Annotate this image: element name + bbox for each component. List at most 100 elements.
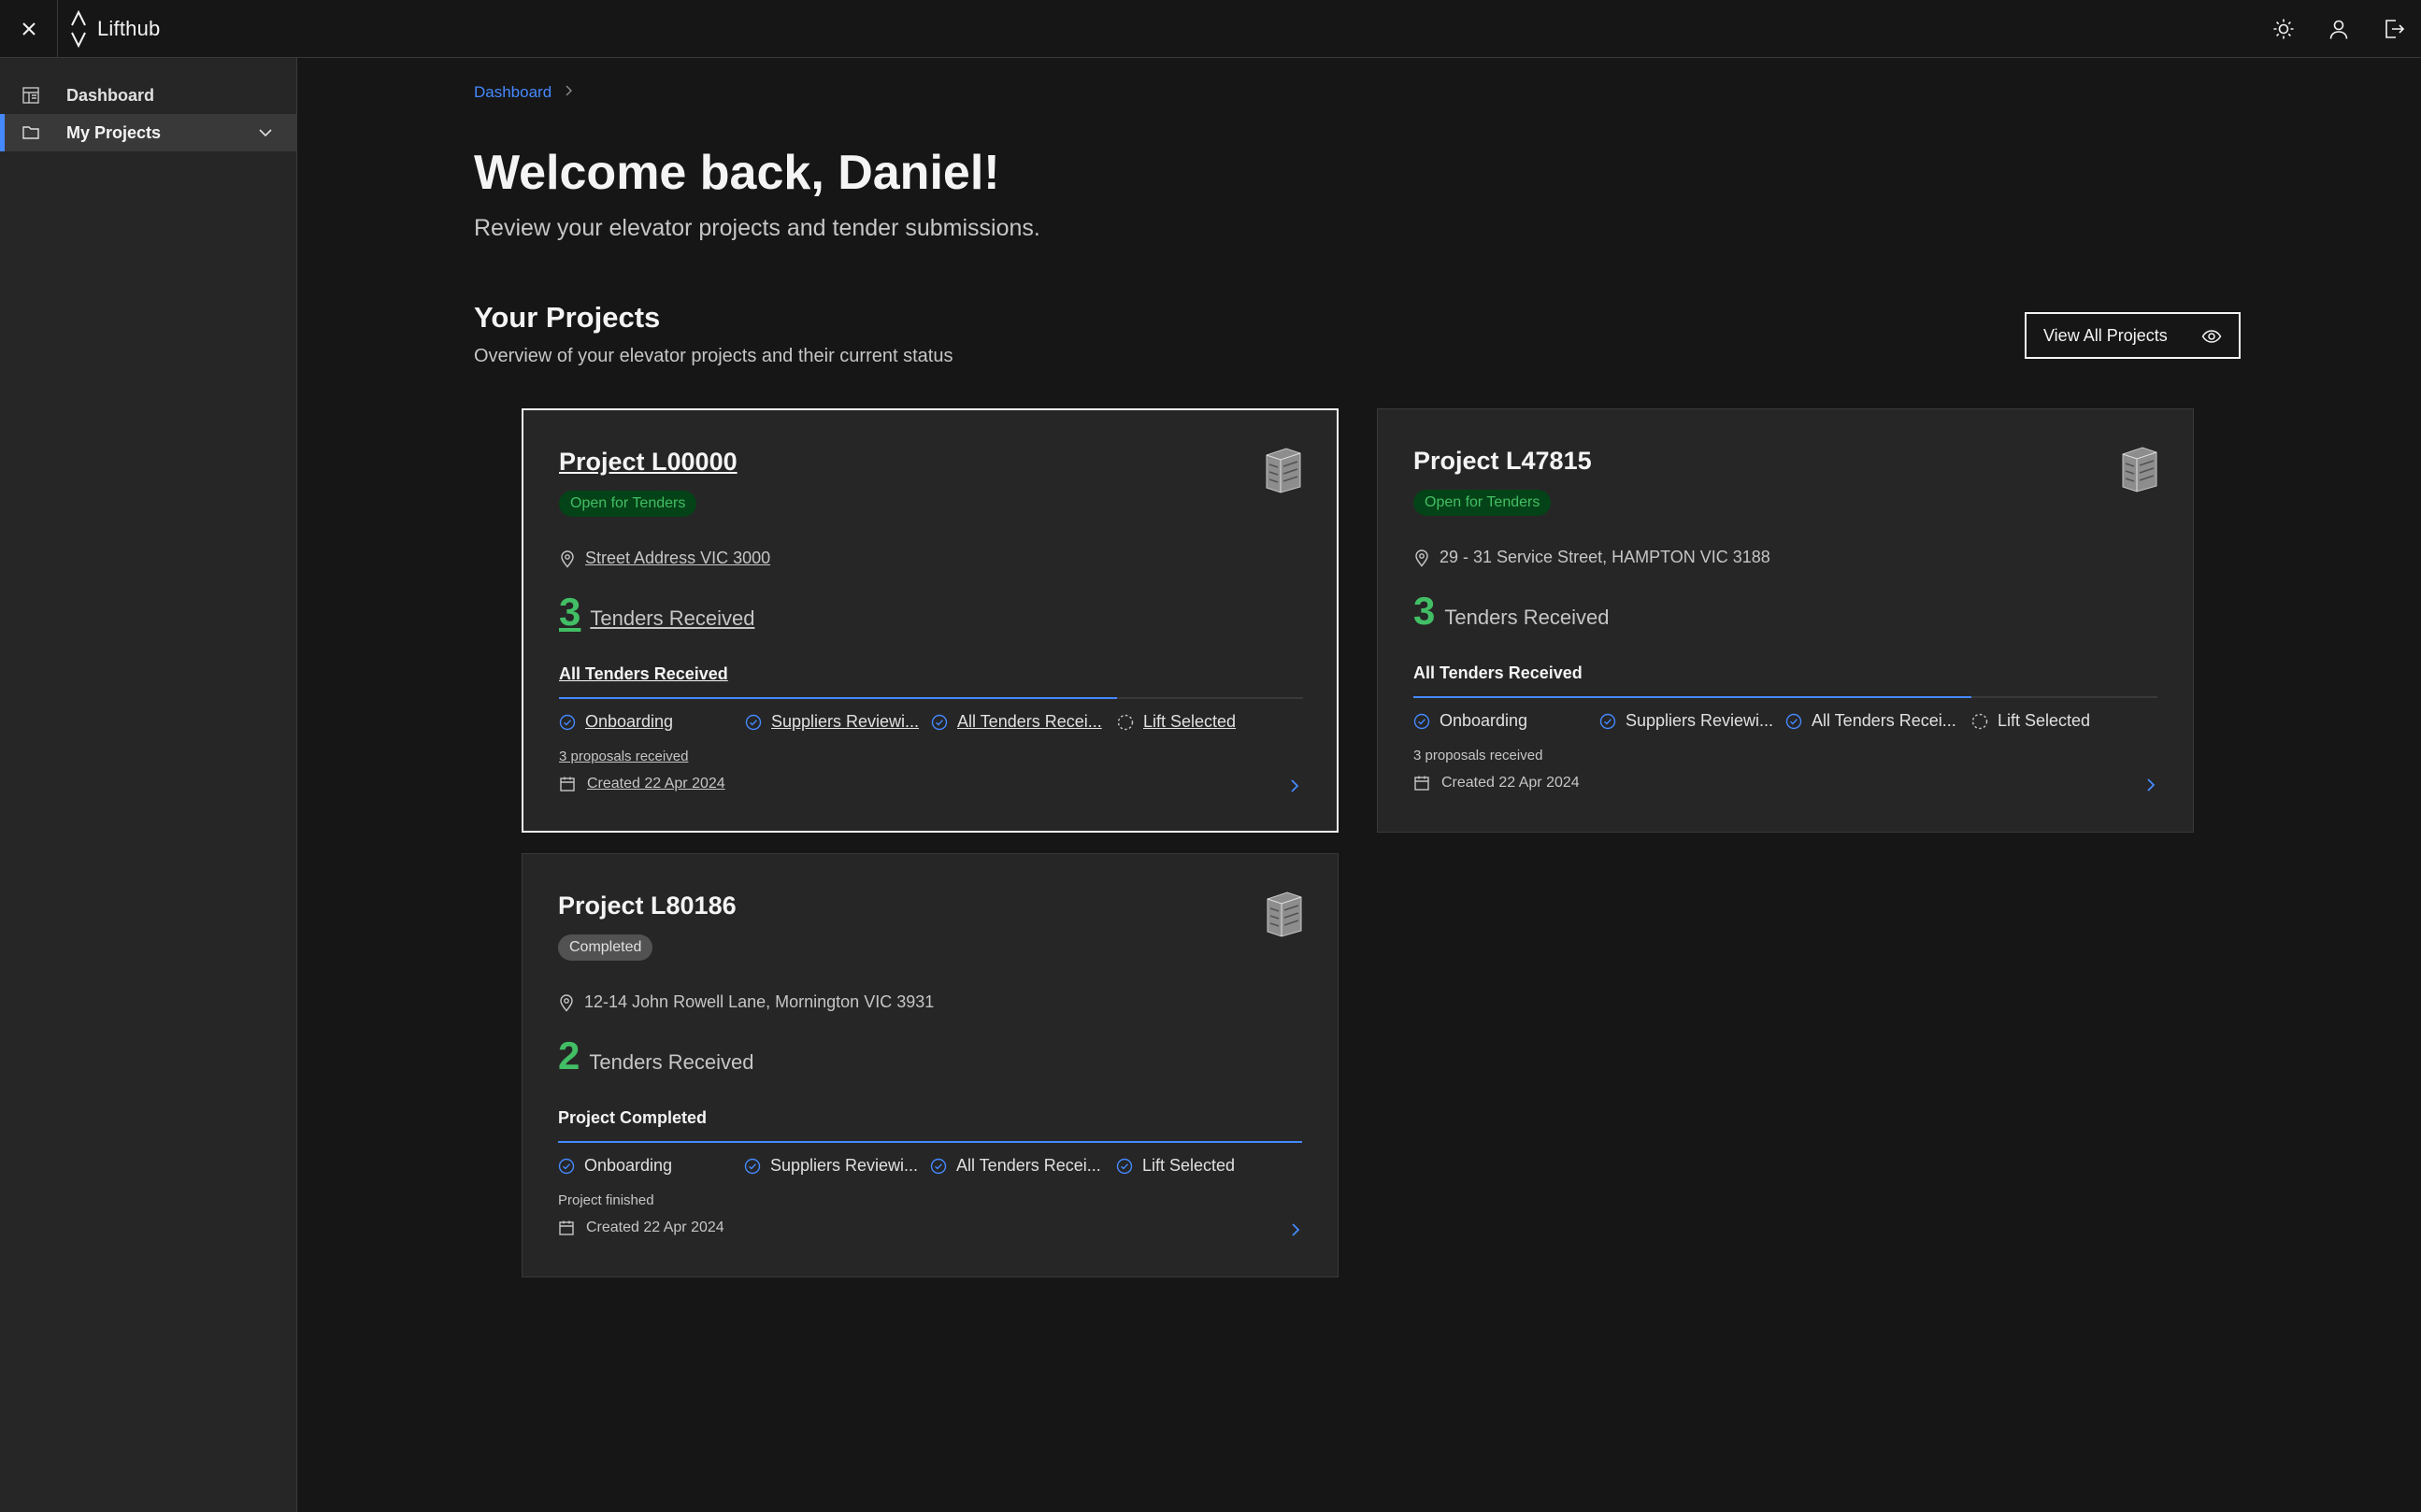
pending-circle-icon xyxy=(1971,713,1988,729)
close-icon xyxy=(21,21,36,36)
tenders-received: 3 Tenders Received xyxy=(1413,589,1609,634)
progress-step-label: Suppliers Reviewi... xyxy=(771,712,920,731)
tenders-count: 3 xyxy=(1413,589,1436,633)
created-date: Created 22 Apr 2024 xyxy=(558,1220,724,1236)
stage-note: Project finished xyxy=(558,1192,654,1208)
progress-bar xyxy=(1413,696,2157,698)
close-menu-button[interactable] xyxy=(0,0,58,58)
current-stage-title: All Tenders Received xyxy=(1413,663,1583,682)
progress-step[interactable]: All Tenders Recei... xyxy=(1785,711,1956,731)
page-title: Welcome back, Daniel! xyxy=(474,146,1000,200)
chevron-right-icon[interactable] xyxy=(1289,1221,1302,1238)
calendar-icon xyxy=(1414,776,1429,791)
dashboard-icon xyxy=(21,85,41,106)
tenders-count: 3 xyxy=(559,590,581,634)
view-all-projects-button[interactable]: View All Projects xyxy=(2025,312,2241,359)
progress-step-label: Suppliers Reviewi... xyxy=(1626,711,1774,730)
progress-bar-fill xyxy=(1413,696,1971,698)
sidebar-item-dashboard[interactable]: Dashboard xyxy=(0,77,296,114)
calendar-icon xyxy=(560,777,575,792)
project-title[interactable]: Project L80186 xyxy=(558,892,737,920)
lifthub-logo-icon xyxy=(71,9,86,48)
pending-circle-icon xyxy=(1117,714,1134,730)
check-circle-icon xyxy=(1599,713,1616,729)
check-circle-icon xyxy=(558,1158,575,1174)
progress-step[interactable]: Onboarding xyxy=(1413,711,1527,731)
breadcrumb: Dashboard xyxy=(474,83,574,102)
current-stage-title: All Tenders Received xyxy=(559,664,728,683)
app-header: Lifthub xyxy=(0,0,2421,58)
project-address-text: 12-14 John Rowell Lane, Mornington VIC 3… xyxy=(584,992,935,1011)
project-card[interactable]: Project L00000 Open for Tenders Street Add… xyxy=(522,408,1339,833)
status-badge: Completed xyxy=(558,934,653,961)
tenders-label: Tenders Received xyxy=(590,606,755,630)
progress-steps: Onboarding Suppliers Reviewi... All Tender… xyxy=(1413,711,2157,734)
chevron-down-icon[interactable] xyxy=(255,122,276,143)
progress-step-label: All Tenders Recei... xyxy=(1812,711,1956,730)
status-badge: Open for Tenders xyxy=(1413,490,1552,516)
project-card[interactable]: Project L47815 Open for Tenders 29 - 31 Se… xyxy=(1377,408,2194,833)
eye-icon xyxy=(2201,330,2222,343)
sidebar-item-label: Dashboard xyxy=(66,85,155,105)
sun-icon xyxy=(2273,19,2293,39)
progress-step-label: Lift Selected xyxy=(1998,711,2091,730)
section-title: Your Projects xyxy=(474,301,661,334)
user-icon xyxy=(2329,20,2347,39)
chevron-right-icon[interactable] xyxy=(2144,777,2157,793)
progress-step-label: All Tenders Recei... xyxy=(957,712,1102,731)
project-address-text[interactable]: Street Address VIC 3000 xyxy=(585,549,770,568)
sidebar-item-my-projects[interactable]: My Projects xyxy=(0,114,296,151)
check-circle-icon xyxy=(1116,1158,1133,1174)
tenders-label: Tenders Received xyxy=(589,1050,754,1074)
chevron-right-icon[interactable] xyxy=(1288,777,1301,794)
progress-step[interactable]: Suppliers Reviewi... xyxy=(745,712,919,732)
progress-step-label: Suppliers Reviewi... xyxy=(770,1156,919,1175)
created-date: Created 22 Apr 2024 xyxy=(1413,775,1580,792)
building-icon xyxy=(2122,447,2157,492)
project-card[interactable]: Project L80186 Completed 12-14 John Rowell… xyxy=(522,853,1339,1277)
progress-step[interactable]: All Tenders Recei... xyxy=(930,1156,1101,1176)
progress-bar xyxy=(559,697,1303,699)
progress-step-label: Onboarding xyxy=(584,1156,673,1175)
folder-icon xyxy=(21,122,41,143)
sidebar-item-label: My Projects xyxy=(66,122,162,142)
project-title[interactable]: Project L47815 xyxy=(1413,447,1592,476)
progress-step[interactable]: Onboarding xyxy=(558,1156,672,1176)
user-profile-button[interactable] xyxy=(2311,0,2366,58)
project-address: Street Address VIC 3000 xyxy=(559,549,770,568)
created-date-text: Created 22 Apr 2024 xyxy=(1441,775,1580,791)
calendar-icon xyxy=(559,1220,574,1235)
progress-step[interactable]: Suppliers Reviewi... xyxy=(744,1156,918,1176)
progress-step[interactable]: Onboarding xyxy=(559,712,673,732)
progress-step-label: Lift Selected xyxy=(1142,1156,1236,1175)
project-title[interactable]: Project L00000 xyxy=(559,448,738,477)
progress-step[interactable]: Suppliers Reviewi... xyxy=(1599,711,1773,731)
created-date: Created 22 Apr 2024 xyxy=(559,776,725,792)
location-icon xyxy=(560,993,573,1012)
page-subtitle: Review your elevator projects and tender… xyxy=(474,215,1040,241)
logout-button[interactable] xyxy=(2366,0,2421,58)
check-circle-icon xyxy=(931,714,948,730)
theme-toggle-button[interactable] xyxy=(2256,0,2311,58)
current-stage-title: Project Completed xyxy=(558,1108,708,1127)
progress-step-label: All Tenders Recei... xyxy=(956,1156,1101,1175)
progress-bar-fill xyxy=(558,1141,1302,1143)
section-subtitle: Overview of your elevator projects and t… xyxy=(474,346,953,366)
progress-step[interactable]: Lift Selected xyxy=(1117,712,1236,732)
progress-step-label: Onboarding xyxy=(585,712,674,731)
tenders-count: 2 xyxy=(558,1034,580,1077)
breadcrumb-dashboard-link[interactable]: Dashboard xyxy=(474,83,552,102)
building-icon xyxy=(1266,448,1301,493)
brand[interactable]: Lifthub xyxy=(69,8,160,50)
progress-steps: Onboarding Suppliers Reviewi... All Tender… xyxy=(558,1156,1302,1178)
progress-step[interactable]: All Tenders Recei... xyxy=(931,712,1102,732)
location-icon xyxy=(561,549,574,568)
progress-steps: Onboarding Suppliers Reviewi... All Tender… xyxy=(559,712,1303,735)
progress-step[interactable]: Lift Selected xyxy=(1116,1156,1235,1176)
check-circle-icon xyxy=(930,1158,947,1174)
tenders-received: 3 Tenders Received xyxy=(559,590,754,635)
progress-step[interactable]: Lift Selected xyxy=(1971,711,2090,731)
check-circle-icon xyxy=(745,714,762,730)
status-badge: Open for Tenders xyxy=(559,491,697,517)
location-icon xyxy=(1415,549,1428,567)
